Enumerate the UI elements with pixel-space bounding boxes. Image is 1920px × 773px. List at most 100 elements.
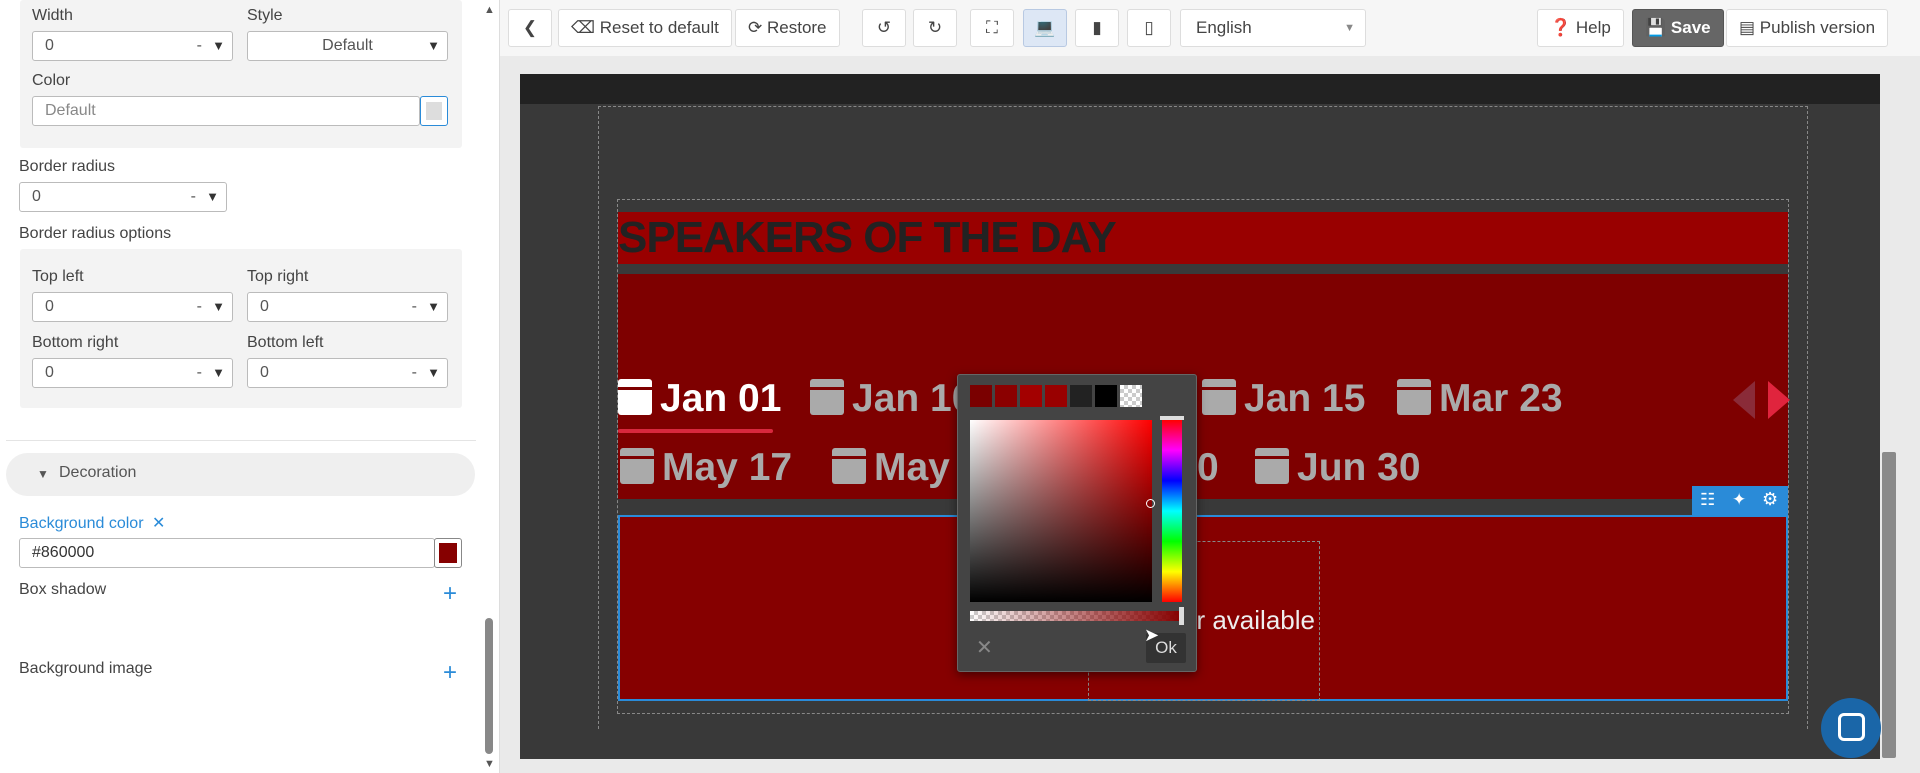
scrollbar-thumb[interactable] [485,618,493,754]
alpha-handle[interactable] [1179,607,1184,625]
chevron-down-icon: ▼ [212,38,225,53]
calendar-icon [1255,448,1289,484]
palette-swatch[interactable] [1020,385,1042,407]
alpha-slider[interactable] [970,607,1184,625]
add-box-shadow-icon[interactable]: + [443,582,457,606]
saturation-value-area[interactable] [970,420,1155,602]
selected-block[interactable]: er available [618,515,1788,701]
calendar-icon [620,448,654,484]
eraser-icon: ⌫ [571,18,596,37]
date-tab[interactable]: May [832,446,950,490]
magic-wand-icon[interactable]: ✦ [1732,490,1746,510]
save-label: Save [1670,18,1711,37]
date-tab[interactable]: May 17 [620,446,792,490]
unit-dash: - [196,364,202,381]
border-width-value: 0 [45,37,54,54]
style-label: Style [247,7,283,24]
hue-slider[interactable] [1160,416,1184,602]
scroll-bottom-area [520,729,1880,759]
preview-scrollbar-thumb[interactable] [1882,452,1896,758]
calendar-icon [832,448,866,484]
decoration-section-header[interactable]: ▼ Decoration [6,453,475,496]
box-shadow-label: Box shadow [19,581,107,598]
carousel-next-icon[interactable] [1768,381,1790,419]
color-picker-popup: ✕ Ok ➤ [957,374,1197,672]
border-color-swatch[interactable] [420,96,448,126]
sitemap-icon[interactable]: ☷ [1700,490,1715,510]
unit-dash: - [190,188,196,205]
palette-swatch[interactable] [1045,385,1067,407]
chevron-down-icon: ▼ [427,299,440,314]
palette-swatch[interactable] [1095,385,1117,407]
mobile-view-button[interactable]: ▯ [1127,9,1171,47]
border-radius-select[interactable]: 0 - ▼ [19,182,227,212]
unit-dash: - [196,298,202,315]
gear-icon[interactable]: ⚙ [1762,489,1778,510]
border-style-select[interactable]: Default ▼ [247,31,448,61]
scroll-up-arrow-icon[interactable]: ▲ [484,4,495,16]
background-image-label: Background image [19,660,153,677]
date-tab-active[interactable]: Jan 01 [618,377,781,421]
add-background-image-icon[interactable]: + [443,661,457,685]
language-select[interactable]: English ▼ [1180,9,1366,47]
floppy-disk-icon: 💾 [1645,18,1667,37]
bottom-right-label: Bottom right [32,334,119,351]
date-tab-partial[interactable]: 0 [1197,446,1219,490]
publish-icon: ▤ [1739,18,1756,37]
tablet-icon: ▮ [1092,18,1102,37]
date-label: Jun 30 [1297,446,1421,489]
date-tab[interactable]: Jan 10 [810,377,973,421]
top-left-label: Top left [32,268,84,285]
date-label: 0 [1197,446,1219,489]
date-tab[interactable]: Jun 30 [1255,446,1421,490]
date-tab[interactable]: Jan 15 [1202,377,1365,421]
border-width-select[interactable]: 0 - ▼ [32,31,233,61]
fullscreen-button[interactable]: ⛶ [970,9,1014,47]
palette-swatch-transparent[interactable] [1120,385,1142,407]
tablet-view-button[interactable]: ▮ [1075,9,1119,47]
settings-panel: Width 0 - ▼ Style Default ▼ Color Defaul… [0,0,500,773]
restore-button[interactable]: ⟳ Restore [735,9,840,47]
clear-icon[interactable]: ✕ [152,515,165,532]
calendar-icon [618,379,652,415]
calendar-icon [1397,379,1431,415]
background-color-input[interactable]: #860000 [19,538,435,568]
refresh-icon: ⟳ [748,18,763,37]
help-label: Help [1575,18,1611,37]
top-left-select[interactable]: 0 - ▼ [32,292,233,322]
calendar-icon [1202,379,1236,415]
background-color-swatch[interactable] [434,538,462,568]
chevron-down-icon: ▼ [427,38,440,53]
editor-canvas: ❮ ⌫ Reset to default ⟳ Restore ↺ ↻ ⛶ 💻 ▮… [500,0,1920,773]
top-left-value: 0 [45,298,54,315]
help-button[interactable]: ❓ Help [1537,9,1624,47]
date-label: Jan 01 [660,377,782,420]
redo-button[interactable]: ↻ [913,9,957,47]
date-label: Jan 15 [1244,377,1366,420]
palette-swatch[interactable] [970,385,992,407]
desktop-view-button[interactable]: 💻 [1023,9,1067,47]
publish-version-button[interactable]: ▤ Publish version [1726,9,1889,47]
reset-to-default-button[interactable]: ⌫ Reset to default [558,9,732,47]
palette-swatch[interactable] [995,385,1017,407]
scroll-down-arrow-icon[interactable]: ▼ [484,758,495,770]
panel-scrollbar[interactable]: ▲ ▼ [480,0,499,773]
hue-handle[interactable] [1160,416,1184,420]
bottom-left-select[interactable]: 0 - ▼ [247,358,448,388]
undo-button[interactable]: ↺ [862,9,906,47]
bottom-left-value: 0 [260,364,269,381]
top-right-select[interactable]: 0 - ▼ [247,292,448,322]
border-color-input[interactable]: Default [32,96,420,126]
chevron-left-icon: ❮ [522,18,538,37]
question-circle-icon: ❓ [1550,18,1572,37]
back-button[interactable]: ❮ [508,9,552,47]
save-button[interactable]: 💾 Save [1632,9,1724,47]
speakers-heading: SPEAKERS OF THE DAY [618,213,1117,262]
bottom-right-select[interactable]: 0 - ▼ [32,358,233,388]
date-tab[interactable]: Mar 23 [1397,377,1563,421]
palette-swatch[interactable] [1070,385,1092,407]
cancel-color-icon[interactable]: ✕ [976,635,993,660]
publish-label: Publish version [1759,18,1876,37]
carousel-prev-icon[interactable] [1733,381,1755,419]
chat-launcher-button[interactable] [1821,698,1881,758]
